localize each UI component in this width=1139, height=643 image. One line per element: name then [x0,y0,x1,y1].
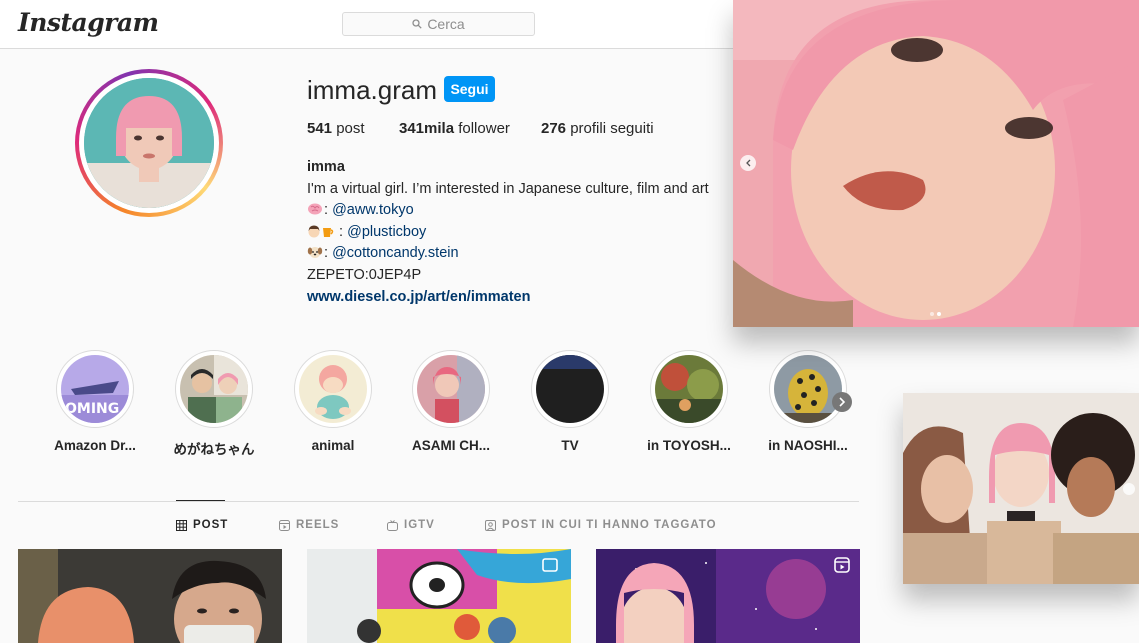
profile-username: imma.gram [307,75,438,105]
chevron-right-icon [839,397,846,407]
overlay-photo-group[interactable] [903,393,1139,584]
profile-avatar[interactable] [75,69,223,217]
tab-posts[interactable]: POST [176,519,228,531]
photo-prev-button[interactable] [740,155,756,171]
mention-link[interactable]: @aww.tokyo [332,202,414,218]
highlight-cover [180,355,248,423]
website-link[interactable]: www.diesel.co.jp/art/en/immaten [307,287,727,309]
highlight-label: Amazon Dr... [54,438,136,453]
story-highlight[interactable]: めがねちゃん [164,350,264,458]
highlight-cover [417,355,485,423]
carousel-dots [930,312,941,316]
highlight-label: めがねちゃん [173,442,255,457]
highlight-label: TV [561,438,579,453]
dog-emoji-icon [307,247,323,259]
carousel-dot-active [937,312,941,316]
tagged-icon [485,519,496,531]
photo-next-button[interactable] [1123,483,1135,495]
search-icon [412,19,422,29]
profile-bio: imma I'm a virtual girl. I’m interested … [307,157,727,308]
profile-stats: 541 post 341mila follower 276 profili se… [307,120,654,137]
tab-tagged[interactable]: POST IN CUI TI HANNO TAGGATO [485,519,717,531]
following-count[interactable]: 276 profili seguiti [541,120,654,137]
tab-label: REELS [296,519,340,531]
search-input[interactable]: Cerca [342,12,535,36]
grid-icon [176,519,187,531]
highlight-label: ASAMI CH... [411,438,490,453]
followers-count[interactable]: 341mila follower [399,120,541,137]
avatar-image [84,78,214,208]
mention-link[interactable]: @cottoncandy.stein [332,245,459,261]
highlight-label: animal [311,438,355,453]
story-highlight[interactable]: TV [520,350,620,453]
highlight-cover [299,355,367,423]
overlay-photo-closeup[interactable] [733,0,1139,327]
highlight-cover [774,355,842,423]
story-highlight[interactable]: animal [283,350,383,453]
highlight-cover: OMING [61,355,129,423]
highlights-next-button[interactable] [832,392,852,412]
bio-line: : @plusticboy [307,222,727,244]
highlight-cover [536,355,604,423]
post-thumbnail[interactable] [18,549,282,643]
boy-emoji-icon [308,225,320,238]
cup-emoji-icon [323,227,334,237]
igtv-icon [387,519,398,531]
tab-reels[interactable]: REELS [279,519,339,531]
post-thumbnail[interactable] [596,549,860,643]
profile-display-name: imma [307,159,345,175]
bio-line: I'm a virtual girl. I’m interested in Ja… [307,180,709,197]
highlight-label: in TOYOSH... [647,438,731,453]
brain-emoji-icon [308,203,322,215]
carousel-dot [930,312,934,316]
story-highlight[interactable]: ASAMI CH... [401,350,501,453]
bio-line: : @cottoncandy.stein [307,243,727,265]
active-tab-indicator [176,500,225,501]
tab-label: POST IN CUI TI HANNO TAGGATO [502,519,717,531]
chevron-left-icon [746,159,751,167]
reels-badge-icon [834,557,850,573]
instagram-logo[interactable]: Instagram [18,8,159,37]
post-thumbnail[interactable] [307,549,571,643]
reels-icon [279,519,290,531]
bio-line: : @aww.tokyo [307,200,727,222]
tab-divider [18,501,859,502]
tab-label: POST [193,519,229,531]
story-highlight[interactable]: OMING Amazon Dr... [45,350,145,453]
tab-igtv[interactable]: IGTV [387,519,435,531]
highlight-cover [655,355,723,423]
bio-line: ZEPETO:0JEP4P [307,266,422,283]
search-placeholder: Cerca [427,16,465,32]
posts-count: 541 post [307,120,365,137]
follow-button[interactable]: Segui [444,76,495,102]
highlight-label: in NAOSHI... [768,438,848,453]
story-highlight[interactable]: in TOYOSH... [639,350,739,453]
mention-link[interactable]: @plusticboy [347,224,426,240]
tab-label: IGTV [404,519,435,531]
svg-text:OMING: OMING [65,401,119,417]
